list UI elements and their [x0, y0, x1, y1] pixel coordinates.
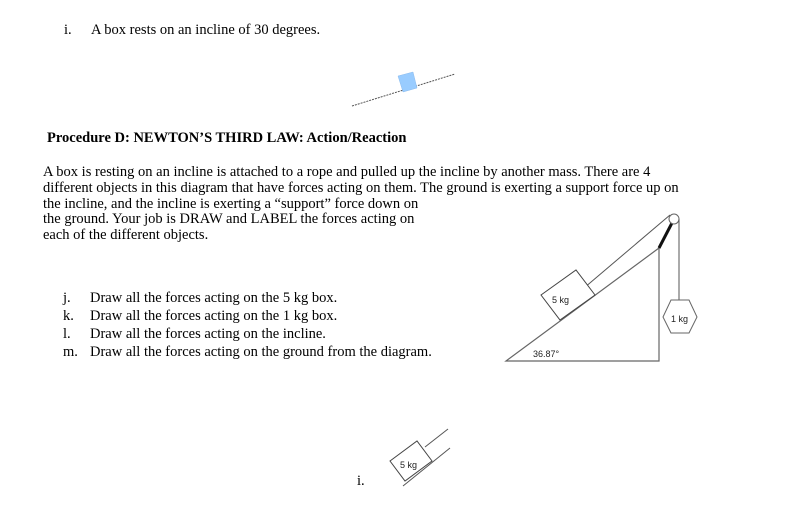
small-box-label: 5 kg [400, 460, 417, 470]
angle-label: 36.87° [533, 349, 560, 359]
pulley [668, 213, 680, 225]
small-rope-line [424, 428, 449, 448]
box-5kg-label: 5 kg [552, 295, 569, 305]
hanging-mass-label: 1 kg [671, 314, 688, 324]
pulley-support [657, 220, 675, 249]
incline-30-diagram [351, 71, 456, 107]
small-box-diagram: 5 kg [389, 428, 451, 487]
diagrams-layer: 5 kg 1 kg 36.87° 5 kg [351, 71, 698, 487]
rope-incline [583, 214, 671, 289]
incline-pulley-diagram: 5 kg 1 kg 36.87° [504, 213, 698, 362]
blue-box [397, 71, 418, 93]
